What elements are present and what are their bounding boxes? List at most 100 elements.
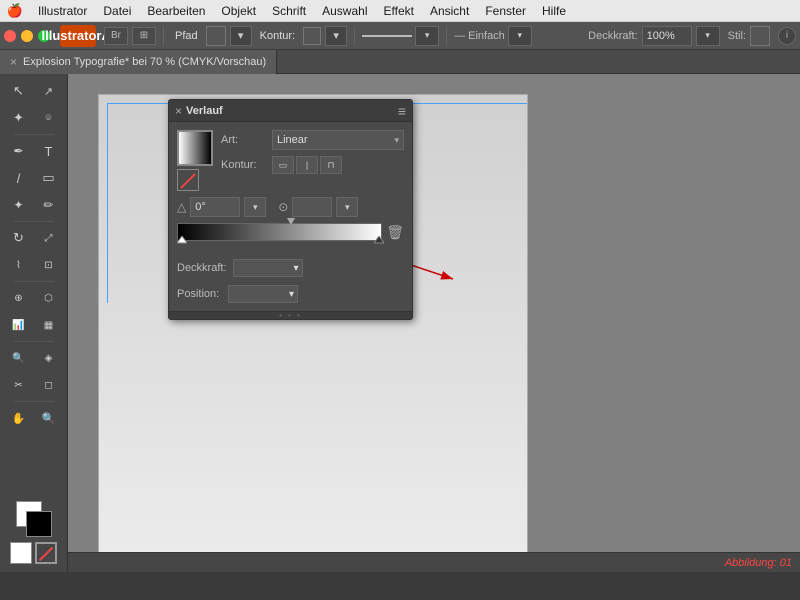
stroke-indicator[interactable] — [35, 542, 57, 564]
hand-tool[interactable]: ✋ — [5, 405, 33, 431]
doc-tab-item[interactable]: × Explosion Typografie* bei 70 % (CMYK/V… — [0, 50, 277, 74]
menu-bearbeiten[interactable]: Bearbeiten — [139, 4, 213, 18]
line-tool[interactable]: / — [5, 165, 33, 191]
menu-effekt[interactable]: Effekt — [375, 4, 421, 18]
style-label: Einfach — [468, 30, 505, 42]
color-mode-row — [10, 542, 57, 564]
shape-builder-tools: ⊕ ⬡ — [5, 285, 63, 311]
color-swatches — [10, 501, 57, 568]
eyedropper-tool[interactable]: 🔍 — [5, 345, 33, 371]
panel-body: Art: Linear ▾ Kontur: ▭ | — [169, 122, 412, 311]
scale-tool[interactable]: ⤢ — [35, 225, 63, 251]
kontur-btn-1[interactable]: ▭ — [272, 156, 294, 174]
stil-swatch[interactable] — [750, 26, 770, 46]
direct-selection-tool[interactable]: ↗ — [35, 78, 63, 104]
menu-objekt[interactable]: Objekt — [213, 4, 264, 18]
stil-label: Stil: — [728, 30, 746, 42]
controls-column: Art: Linear ▾ Kontur: ▭ | — [221, 130, 404, 180]
deckkraft-arrow: ▾ — [293, 263, 298, 274]
zoom-tool[interactable]: 🔍 — [35, 405, 63, 431]
gradient-swatch-large[interactable] — [177, 130, 213, 166]
slice-tool[interactable]: ✂ — [5, 372, 33, 398]
opacity-label: Deckkraft: — [588, 30, 638, 42]
gradient-stop-black[interactable] — [374, 236, 384, 249]
paintbrush-tool[interactable]: ✦ — [5, 192, 33, 218]
panel-menu-button[interactable]: ≡ — [398, 103, 406, 119]
magic-wand-tool[interactable]: ✦ — [5, 105, 33, 131]
rect-tool[interactable]: ▭ — [35, 165, 63, 191]
fill-dropdown[interactable]: ▾ — [230, 26, 252, 46]
fill-indicator[interactable] — [10, 542, 32, 564]
panel-resize-bar[interactable]: • • • — [169, 311, 412, 319]
stroke-style-dropdown[interactable]: ▾ — [415, 26, 439, 46]
aspect-icon: ⊙ — [278, 200, 288, 214]
tool-sep3 — [14, 281, 54, 282]
rotate-tool[interactable]: ↻ — [5, 225, 33, 251]
canvas-area[interactable]: × Verlauf ≡ — [68, 74, 800, 572]
menu-hilfe[interactable]: Hilfe — [534, 4, 574, 18]
apple-menu[interactable]: 🍎 — [0, 3, 30, 19]
dash-line — [362, 35, 412, 37]
free-transform-tool[interactable]: ⊡ — [35, 252, 63, 278]
fill-swatch[interactable] — [206, 26, 226, 46]
shape-builder-tool[interactable]: ⊕ — [5, 285, 33, 311]
aspect-input[interactable] — [292, 197, 332, 217]
zoom-tools: ✋ 🔍 — [5, 405, 63, 431]
gradient-bar[interactable] — [177, 223, 382, 241]
tool-sep1 — [14, 134, 54, 135]
angle-row: △ 0° ▾ ⊙ ▾ — [177, 197, 404, 217]
pen-tool[interactable]: ✒ — [5, 138, 33, 164]
kontur-btn-3[interactable]: ⊓ — [320, 156, 342, 174]
art-row: Art: Linear ▾ — [221, 130, 404, 150]
panel-close-button[interactable]: × — [175, 104, 182, 118]
gradient-stop-white[interactable] — [177, 236, 187, 249]
live-paint-tool[interactable]: ⬡ — [35, 285, 63, 311]
minimize-button[interactable] — [21, 30, 33, 42]
layout-btn[interactable]: ⊞ — [132, 27, 156, 45]
background-swatch[interactable] — [26, 511, 52, 537]
warp-tool[interactable]: ⌇ — [5, 252, 33, 278]
eraser-tool[interactable]: ◻ — [35, 372, 63, 398]
art-select[interactable]: Linear ▾ — [272, 130, 404, 150]
art-select-arrow: ▾ — [394, 135, 399, 146]
selection-tool[interactable]: ↖ — [5, 78, 33, 104]
line-tools: / ▭ — [5, 165, 63, 191]
delete-stop-button[interactable]: 🗑 — [386, 224, 404, 241]
angle-input[interactable]: 0° — [190, 197, 240, 217]
deckkraft-row: Deckkraft: ▾ — [177, 259, 404, 277]
text-tool[interactable]: T — [35, 138, 63, 164]
close-button[interactable] — [4, 30, 16, 42]
ai-logo: Illustrator Ai — [60, 25, 96, 47]
style-dropdown[interactable]: ▾ — [508, 26, 532, 46]
column-graph-tool[interactable]: ▦ — [35, 312, 63, 338]
pencil-tool[interactable]: ✏ — [35, 192, 63, 218]
kontur-btn-2[interactable]: | — [296, 156, 318, 174]
top-toolbar: Illustrator Ai Br ⊞ Pfad ▾ Kontur: ▾ ▾ —… — [0, 22, 800, 50]
blend-tool[interactable]: ◈ — [35, 345, 63, 371]
stroke-swatch[interactable] — [303, 27, 321, 45]
opacity-dropdown[interactable]: ▾ — [696, 26, 720, 46]
graph-tool[interactable]: 📊 — [5, 312, 33, 338]
stroke-dropdown[interactable]: ▾ — [325, 26, 347, 46]
menu-schrift[interactable]: Schrift — [264, 4, 314, 18]
gradient-midpoint[interactable] — [287, 216, 295, 228]
menu-auswahl[interactable]: Auswahl — [314, 4, 375, 18]
menu-illustrator[interactable]: Illustrator — [30, 4, 95, 18]
position-input[interactable]: ▾ — [228, 285, 298, 303]
doc-tab-close[interactable]: × — [10, 55, 17, 69]
aspect-dropdown[interactable]: ▾ — [336, 197, 358, 217]
menu-ansicht[interactable]: Ansicht — [422, 4, 477, 18]
menu-fenster[interactable]: Fenster — [477, 4, 534, 18]
brush-tools: ✦ ✏ — [5, 192, 63, 218]
rotate-tools: ↻ ⤢ — [5, 225, 63, 251]
menu-bar: 🍎 Illustrator Datei Bearbeiten Objekt Sc… — [0, 0, 800, 22]
kontur-buttons: ▭ | ⊓ — [272, 156, 342, 174]
deckkraft-input[interactable]: ▾ — [233, 259, 303, 277]
gradient-swatch-small[interactable] — [177, 169, 199, 191]
angle-dropdown[interactable]: ▾ — [244, 197, 266, 217]
menu-datei[interactable]: Datei — [95, 4, 139, 18]
position-arrow: ▾ — [289, 289, 294, 300]
opacity-input[interactable]: 100% — [642, 26, 692, 46]
lasso-tool[interactable]: ⌾ — [35, 105, 63, 131]
info-button[interactable]: i — [778, 27, 796, 45]
